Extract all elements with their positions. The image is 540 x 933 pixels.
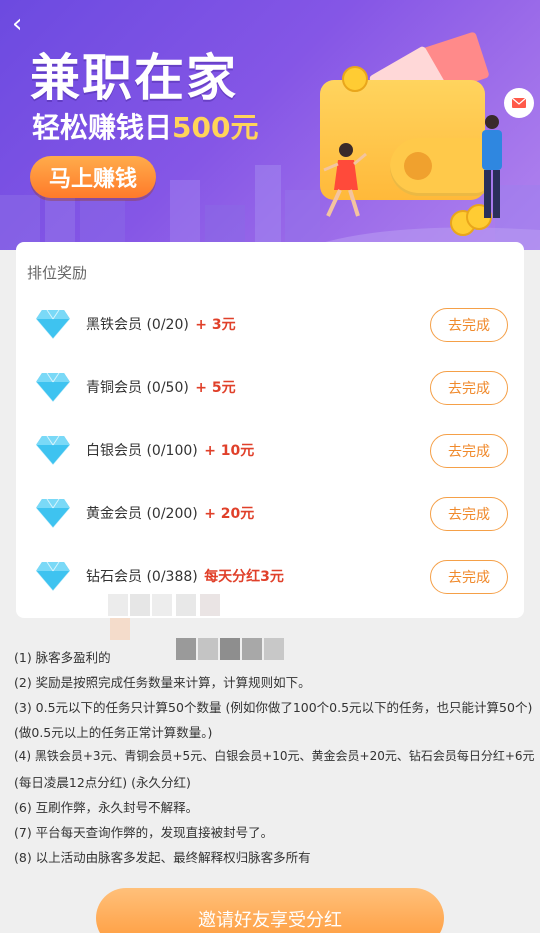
rank-name: 黑铁会员 (0/20) bbox=[86, 317, 189, 333]
back-button[interactable]: ‹ bbox=[12, 10, 42, 40]
rule-line: (8) 以上活动由脉客多发起、最终解释权归脉客多所有 bbox=[14, 850, 311, 865]
rule-line: (6) 互刷作弊，永久封号不解释。 bbox=[14, 800, 199, 815]
mail-icon bbox=[504, 88, 534, 118]
woman-figure-illustration bbox=[323, 143, 367, 217]
rank-reward: + 10元 bbox=[204, 443, 255, 459]
card-title: 排位奖励 bbox=[27, 264, 88, 282]
coin-icon bbox=[342, 66, 368, 92]
go-complete-button[interactable]: 去完成 bbox=[430, 308, 508, 342]
banner-subtitle-amount: 500元 bbox=[172, 111, 259, 144]
diamond-icon bbox=[36, 372, 70, 403]
rank-label: 青铜会员 (0/50) + 5元 bbox=[86, 377, 236, 397]
rank-name: 钻石会员 (0/388) bbox=[86, 569, 198, 585]
earn-now-button[interactable]: 马上赚钱 bbox=[30, 156, 156, 198]
man-figure-illustration bbox=[482, 115, 502, 218]
rank-reward: + 3元 bbox=[195, 317, 236, 333]
rank-label: 白银会员 (0/100) + 10元 bbox=[86, 440, 254, 460]
rank-name: 白银会员 (0/100) bbox=[86, 443, 198, 459]
go-complete-button[interactable]: 去完成 bbox=[430, 434, 508, 468]
rank-row: 钻石会员 (0/388) 每天分红3元 去完成 bbox=[16, 546, 524, 609]
wallet-clasp-illustration bbox=[404, 152, 432, 180]
go-complete-button[interactable]: 去完成 bbox=[430, 497, 508, 531]
rank-reward: + 20元 bbox=[204, 506, 255, 522]
rank-label: 钻石会员 (0/388) 每天分红3元 bbox=[86, 566, 284, 586]
rule-line: (2) 奖励是按照完成任务数量来计算，计算规则如下。 bbox=[14, 675, 311, 690]
rank-label: 黑铁会员 (0/20) + 3元 bbox=[86, 314, 236, 334]
banner-subtitle: 轻松赚钱日500元 bbox=[32, 106, 258, 146]
banner-subtitle-prefix: 轻松赚钱日 bbox=[32, 111, 173, 144]
rank-name: 黄金会员 (0/200) bbox=[86, 506, 198, 522]
rule-line: (4) 黑铁会员+3元、青铜会员+5元、白银会员+10元、黄金会员+20元、钻石… bbox=[14, 749, 535, 763]
invite-friends-button[interactable]: 邀请好友享受分红 bbox=[96, 888, 444, 933]
diamond-icon bbox=[36, 309, 70, 340]
promo-banner: ‹ 兼职在家 轻松赚钱日500元 马上赚钱 bbox=[0, 0, 540, 250]
go-complete-button[interactable]: 去完成 bbox=[430, 560, 508, 594]
rank-reward: + 5元 bbox=[195, 380, 236, 396]
chevron-left-icon: ‹ bbox=[12, 9, 23, 39]
rule-line: (做0.5元以上的任务正常计算数量。) bbox=[14, 725, 213, 740]
diamond-icon bbox=[36, 435, 70, 466]
rank-row: 黄金会员 (0/200) + 20元 去完成 bbox=[16, 483, 524, 546]
diamond-icon bbox=[36, 498, 70, 529]
rank-reward-card: 排位奖励 黑铁会员 (0/20) + 3元 去完成 青铜会员 (0/50) + … bbox=[16, 242, 524, 618]
rank-row: 黑铁会员 (0/20) + 3元 去完成 bbox=[16, 294, 524, 357]
go-complete-button[interactable]: 去完成 bbox=[430, 371, 508, 405]
rule-line: (每日凌晨12点分红) (永久分红) bbox=[14, 775, 191, 790]
rank-label: 黄金会员 (0/200) + 20元 bbox=[86, 503, 254, 523]
rank-name: 青铜会员 (0/50) bbox=[86, 380, 189, 396]
rank-row: 青铜会员 (0/50) + 5元 去完成 bbox=[16, 357, 524, 420]
page: ‹ 兼职在家 轻松赚钱日500元 马上赚钱 排位奖励 黑铁会员 (0/20) +… bbox=[0, 0, 540, 933]
rank-reward: 每天分红3元 bbox=[204, 569, 284, 585]
rule-line: (7) 平台每天查询作弊的，发现直接被封号了。 bbox=[14, 825, 274, 840]
rule-line: (3) 0.5元以下的任务只计算50个数量 (例如你做了100个0.5元以下的任… bbox=[14, 700, 533, 715]
rank-row: 白银会员 (0/100) + 10元 去完成 bbox=[16, 420, 524, 483]
banner-title: 兼职在家 bbox=[30, 49, 238, 107]
diamond-icon bbox=[36, 561, 70, 592]
rule-line: (1) 脉客多盈利的 bbox=[14, 650, 111, 665]
